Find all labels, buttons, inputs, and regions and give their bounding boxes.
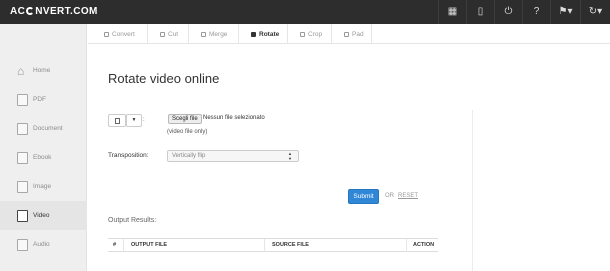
sidebar-item-document[interactable]: Document (0, 114, 87, 143)
reset-link[interactable]: RESET (398, 193, 418, 199)
tab-pad[interactable]: Pad (332, 24, 372, 44)
choose-file-button[interactable]: Scegli file (168, 114, 202, 124)
checkbox-icon (160, 31, 165, 37)
tab-convert[interactable]: Convert (88, 24, 148, 44)
caret-down-icon: ▼ (131, 117, 137, 123)
tab-label: Rotate (259, 30, 280, 38)
logo-ring-icon (26, 7, 35, 15)
no-file-text: Nessun file selezionato (203, 115, 265, 121)
page-title: Rotate video online (108, 71, 220, 86)
sidebar-item-ebook[interactable]: Ebook (0, 143, 87, 172)
checkbox-icon (201, 31, 206, 37)
logo-text-right: NVERT.COM (35, 6, 98, 17)
grid-icon[interactable]: ▦ (438, 0, 466, 24)
language-icon[interactable]: ⚑▾ (550, 0, 580, 24)
document-icon (17, 122, 28, 135)
tab-cut[interactable]: Cut (148, 24, 189, 44)
refresh-icon[interactable]: ↻▾ (580, 0, 610, 24)
ebook-icon (17, 151, 28, 164)
tab-label: Convert (112, 30, 135, 38)
output-results-label: Output Results: (108, 217, 157, 224)
sidebar-item-label: Audio (33, 241, 50, 248)
video-icon (17, 209, 28, 222)
site-logo[interactable]: AC NVERT.COM (10, 6, 98, 18)
tab-merge[interactable]: Merge (189, 24, 239, 44)
select-arrows-icon: ▲ ▼ (288, 151, 292, 161)
checkbox-icon (344, 31, 349, 37)
sidebar-item-pdf[interactable]: PDF (0, 85, 87, 114)
file-source-button[interactable] (108, 114, 126, 127)
tablet-icon[interactable]: ▯ (466, 0, 494, 24)
sidebar-item-audio[interactable]: Audio (0, 230, 87, 259)
column-header-output-file: OUTPUT FILE (131, 242, 168, 248)
sidebar-item-video[interactable]: Video (0, 201, 87, 230)
file-icon (114, 117, 120, 124)
tab-label: Merge (209, 30, 228, 38)
sidebar-item-home[interactable]: ⌂ Home (0, 56, 87, 85)
tab-label: Cut (168, 30, 179, 38)
checked-checkbox-icon (251, 31, 256, 37)
top-toolbar: ▦ ▯ ⏻ ? ⚑▾ ↻▾ (438, 0, 610, 24)
sidebar-item-label: Document (33, 125, 63, 132)
column-divider (123, 239, 124, 252)
sidebar-item-label: Ebook (33, 154, 52, 161)
sidebar-item-label: PDF (33, 96, 46, 103)
tab-label: Pad (352, 30, 364, 38)
file-colon: : (143, 117, 145, 123)
checkbox-icon (104, 31, 109, 37)
help-icon[interactable]: ? (522, 0, 550, 24)
column-divider (472, 110, 473, 271)
column-divider (264, 239, 265, 252)
audio-icon (17, 238, 28, 251)
top-bar: AC NVERT.COM ▦ ▯ ⏻ ? ⚑▾ ↻▾ (0, 0, 610, 24)
power-icon[interactable]: ⏻ (494, 0, 522, 24)
logo-text-left: AC (10, 6, 26, 17)
file-source-dropdown[interactable]: ▼ (126, 114, 142, 127)
column-header-number: # (113, 242, 117, 248)
sidebar-item-label: Home (33, 67, 51, 74)
sidebar-item-image[interactable]: Image (0, 172, 87, 201)
or-text: OR (385, 193, 394, 199)
transposition-label: Transposition: (108, 152, 149, 159)
pdf-icon (17, 93, 28, 106)
transposition-select[interactable]: Vertically flip ▲ ▼ (167, 150, 299, 162)
sidebar-item-label: Video (33, 212, 50, 219)
results-table-header: # OUTPUT FILE SOURCE FILE ACTION (108, 238, 438, 252)
column-header-source-file: SOURCE FILE (272, 242, 309, 248)
sidebar-item-label: Image (33, 183, 52, 190)
column-header-action: ACTION (413, 242, 435, 248)
file-hint: (video file only) (167, 129, 208, 135)
tab-rotate[interactable]: Rotate (239, 24, 288, 44)
column-divider (406, 239, 407, 252)
tab-crop[interactable]: Crop (288, 24, 332, 44)
sidebar: ⌂ Home PDF Document Ebook Image Video Au… (0, 24, 87, 271)
tool-tabs: Convert Cut Merge Rotate Crop Pad (88, 24, 610, 44)
submit-button[interactable]: Submit (348, 189, 379, 204)
transposition-value: Vertically flip (172, 153, 206, 159)
image-icon (17, 180, 28, 193)
checkbox-icon (300, 31, 305, 37)
tab-label: Crop (308, 30, 323, 38)
home-icon: ⌂ (17, 64, 25, 78)
